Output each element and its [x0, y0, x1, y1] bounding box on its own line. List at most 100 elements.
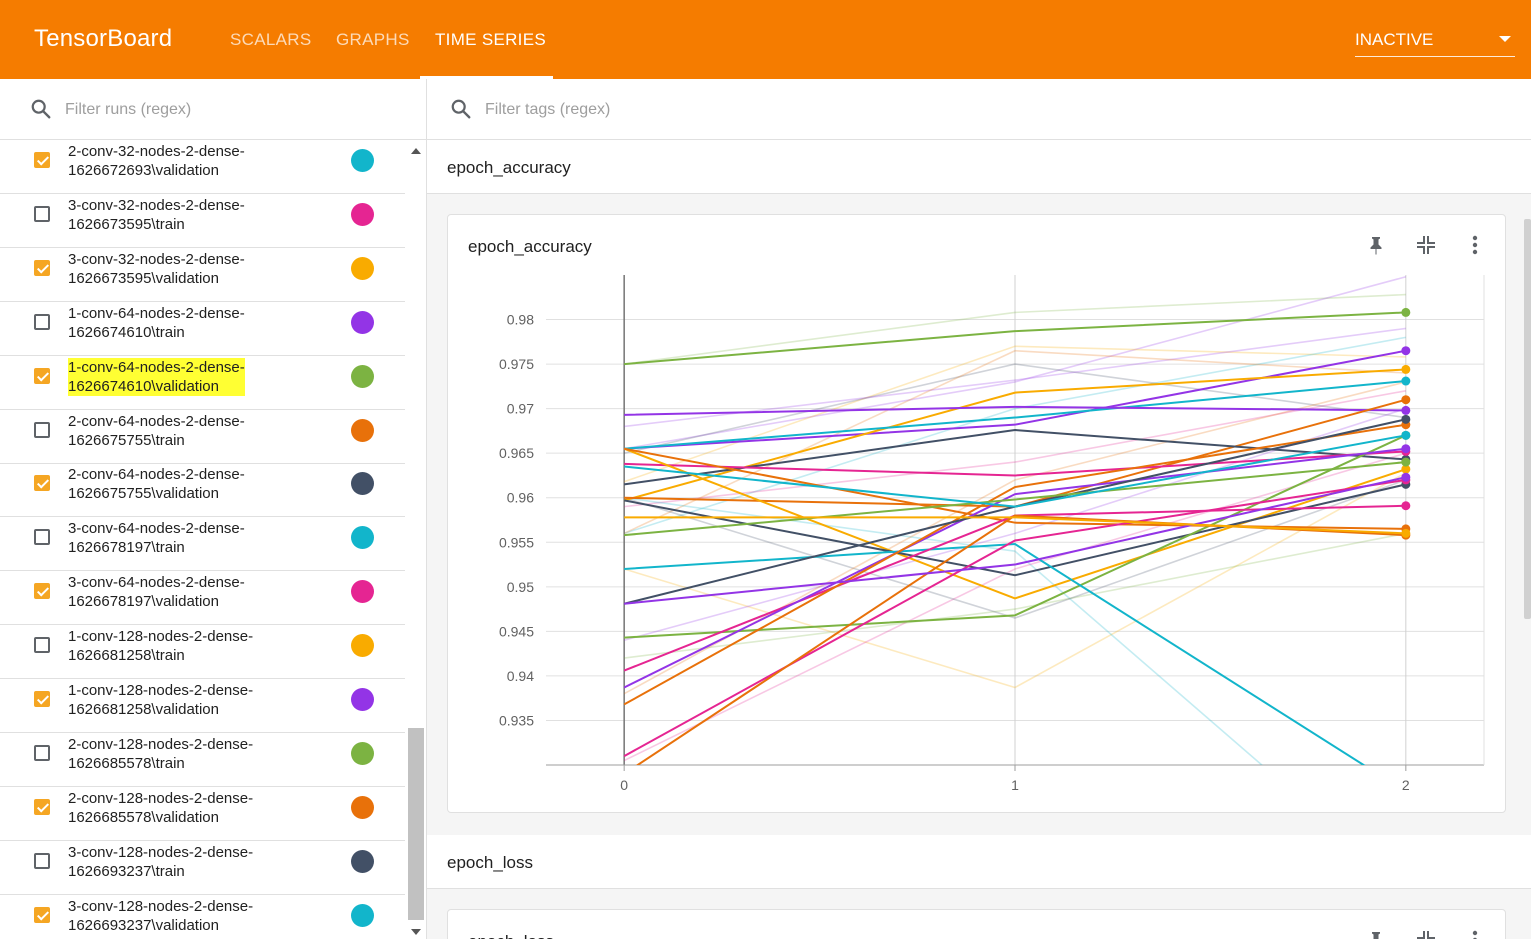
run-row[interactable]: 3-conv-64-nodes-2-dense- 1626678197\train [0, 517, 405, 572]
run-name: 1-conv-64-nodes-2-dense- 1626674610\train [68, 304, 245, 342]
run-checkbox[interactable] [34, 852, 50, 869]
run-name-line: 3-conv-64-nodes-2-dense- [68, 574, 245, 592]
run-checkbox[interactable] [34, 906, 50, 923]
tags-filter-box [427, 79, 1531, 140]
run-checkbox[interactable] [34, 313, 50, 330]
chevron-down-icon [1499, 36, 1511, 42]
tab-scalars[interactable]: SCALARS [230, 30, 311, 50]
run-checkbox[interactable] [34, 367, 50, 384]
run-color-swatch[interactable] [351, 364, 374, 388]
run-state-dropdown[interactable]: INACTIVE [1355, 30, 1515, 57]
series-endpoint [1401, 472, 1411, 482]
run-name: 3-conv-128-nodes-2-dense- 1626693237\trai… [68, 843, 253, 881]
run-color-swatch[interactable] [351, 202, 374, 226]
run-checkbox[interactable] [34, 205, 50, 222]
run-color-swatch[interactable] [351, 741, 374, 765]
run-name-line: 1626674610\train [68, 323, 185, 341]
run-row[interactable]: 2-conv-64-nodes-2-dense- 1626675755\valid… [0, 463, 405, 518]
scroll-thumb[interactable] [408, 728, 424, 920]
run-color-swatch[interactable] [351, 472, 374, 496]
run-checkbox[interactable] [34, 259, 50, 276]
run-row[interactable]: 2-conv-128-nodes-2-dense- 1626685578\trai… [0, 733, 405, 787]
run-name-line: 1626681258\validation [68, 701, 219, 718]
run-row[interactable]: 1-conv-64-nodes-2-dense- 1626674610\train [0, 302, 405, 356]
run-name: 2-conv-64-nodes-2-dense- 1626675755\valid… [68, 465, 245, 503]
collapse-icon[interactable] [1414, 928, 1438, 939]
run-name-line: 1626675755\train [68, 431, 185, 449]
run-name-line: 1-conv-64-nodes-2-dense- [68, 357, 245, 377]
run-name: 3-conv-32-nodes-2-dense- 1626673595\valid… [68, 250, 245, 288]
run-color-swatch[interactable] [351, 903, 374, 927]
run-name-line: 3-conv-32-nodes-2-dense- [68, 196, 245, 214]
run-color-swatch[interactable] [351, 310, 374, 334]
y-tick-label: 0.965 [499, 445, 534, 461]
run-name: 2-conv-32-nodes-2-dense- 1626672693\valid… [68, 142, 245, 180]
run-name-line: 1626678197\train [68, 539, 185, 557]
more-vert-icon[interactable] [1463, 928, 1487, 939]
runs-filter-input[interactable] [63, 98, 397, 122]
x-tick-label: 1 [1011, 777, 1019, 793]
series-endpoint [1401, 430, 1411, 440]
pin-icon[interactable] [1364, 928, 1388, 939]
run-color-swatch[interactable] [351, 256, 374, 280]
run-checkbox[interactable] [34, 798, 50, 815]
main-scrollbar[interactable] [1524, 219, 1531, 619]
run-checkbox[interactable] [34, 421, 50, 438]
run-row[interactable]: 3-conv-128-nodes-2-dense- 1626693237\vali… [0, 895, 405, 939]
run-checkbox[interactable] [34, 152, 50, 168]
scalar-card-epoch-loss: epoch_loss [447, 909, 1506, 939]
x-tick-label: 2 [1402, 777, 1410, 793]
run-row[interactable]: 1-conv-128-nodes-2-dense- 1626681258\vali… [0, 679, 405, 733]
run-name: 2-conv-128-nodes-2-dense- 1626685578\trai… [68, 735, 253, 773]
series-endpoint [1401, 307, 1411, 317]
series-endpoint [1401, 376, 1411, 386]
run-name-line: 3-conv-64-nodes-2-dense- [68, 520, 245, 538]
series-endpoint [1401, 346, 1411, 356]
group-header-epoch-loss[interactable]: epoch_loss [427, 835, 1531, 889]
run-row[interactable]: 2-conv-64-nodes-2-dense- 1626675755\train [0, 410, 405, 464]
series-endpoint [1401, 457, 1411, 467]
y-tick-label: 0.96 [507, 490, 534, 506]
epoch-accuracy-chart[interactable]: 0.935 0.94 0.945 0.95 0.955 0.96 0.965 0.97 0.97… [448, 215, 1505, 812]
run-row[interactable]: 2-conv-32-nodes-2-dense- 1626672693\valid… [0, 140, 405, 194]
run-name: 1-conv-64-nodes-2-dense- 1626674610\valid… [68, 357, 245, 396]
run-name-line: 1626673595\validation [68, 269, 219, 287]
scalar-card-epoch-accuracy: epoch_accuracy 0.935 0.94 0.945 0.95 0.955 0.… [447, 214, 1506, 813]
group-header-epoch-accuracy[interactable]: epoch_accuracy [427, 140, 1531, 194]
scroll-up-arrow-icon[interactable] [411, 148, 421, 154]
run-color-swatch[interactable] [351, 634, 374, 658]
run-checkbox[interactable] [34, 475, 50, 492]
runs-scrollbar[interactable] [406, 140, 426, 939]
run-checkbox[interactable] [34, 583, 50, 600]
run-color-swatch[interactable] [351, 418, 374, 442]
run-row[interactable]: 2-conv-128-nodes-2-dense- 1626685578\vali… [0, 787, 405, 841]
series-endpoint [1401, 405, 1411, 415]
run-name-line: 2-conv-64-nodes-2-dense- [68, 466, 245, 484]
run-row[interactable]: 3-conv-32-nodes-2-dense- 1626673595\valid… [0, 248, 405, 302]
run-color-swatch[interactable] [351, 688, 374, 711]
scroll-down-arrow-icon[interactable] [411, 929, 421, 935]
tab-graphs[interactable]: GRAPHS [336, 30, 410, 50]
series-endpoint [1401, 364, 1411, 374]
run-row[interactable]: 3-conv-64-nodes-2-dense- 1626678197\valid… [0, 571, 405, 626]
run-color-swatch[interactable] [351, 849, 374, 873]
tab-time-series[interactable]: TIME SERIES [435, 30, 546, 50]
tags-filter-input[interactable] [483, 98, 1087, 122]
y-tick-label: 0.935 [499, 712, 534, 728]
run-row[interactable]: 1-conv-64-nodes-2-dense- 1626674610\valid… [0, 356, 405, 410]
run-checkbox[interactable] [34, 637, 50, 654]
run-checkbox[interactable] [34, 691, 50, 707]
run-row[interactable]: 3-conv-32-nodes-2-dense- 1626673595\train [0, 194, 405, 248]
run-color-swatch[interactable] [351, 149, 374, 172]
run-name-line: 1626673595\train [68, 215, 185, 233]
run-name: 2-conv-64-nodes-2-dense- 1626675755\train [68, 412, 245, 450]
run-checkbox[interactable] [34, 744, 50, 761]
run-color-swatch[interactable] [351, 526, 374, 550]
run-row[interactable]: 1-conv-128-nodes-2-dense- 1626681258\trai… [0, 625, 405, 680]
search-icon [31, 99, 51, 119]
run-color-swatch[interactable] [351, 795, 374, 819]
runs-filter-box [0, 79, 426, 140]
run-row[interactable]: 3-conv-128-nodes-2-dense- 1626693237\trai… [0, 841, 405, 895]
run-color-swatch[interactable] [351, 580, 374, 604]
run-checkbox[interactable] [34, 529, 50, 546]
